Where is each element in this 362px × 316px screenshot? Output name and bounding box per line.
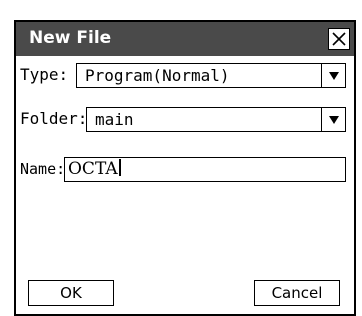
name-input[interactable]: OCTA (64, 157, 346, 182)
new-file-dialog: New File Type: Program(Normal) Folder: m… (14, 20, 356, 316)
name-label: Name: (20, 160, 66, 178)
folder-label: Folder: (20, 109, 88, 128)
close-x-icon (332, 32, 346, 46)
type-dropdown-button[interactable] (321, 64, 345, 87)
type-label: Type: (20, 65, 69, 84)
name-input-value: OCTA (68, 158, 121, 181)
type-select-value: Program(Normal) (85, 66, 230, 85)
cancel-button[interactable]: Cancel (254, 280, 340, 306)
text-caret (118, 159, 121, 176)
ok-button[interactable]: OK (28, 280, 114, 306)
folder-select[interactable]: main (86, 107, 346, 132)
dropdown-arrow-icon (329, 72, 339, 80)
dialog-titlebar: New File (16, 22, 354, 56)
dropdown-arrow-icon (329, 116, 339, 124)
folder-dropdown-button[interactable] (321, 108, 345, 131)
close-button[interactable] (328, 28, 350, 50)
dialog-title: New File (29, 28, 112, 48)
type-select[interactable]: Program(Normal) (76, 63, 346, 88)
folder-select-value: main (95, 110, 134, 129)
